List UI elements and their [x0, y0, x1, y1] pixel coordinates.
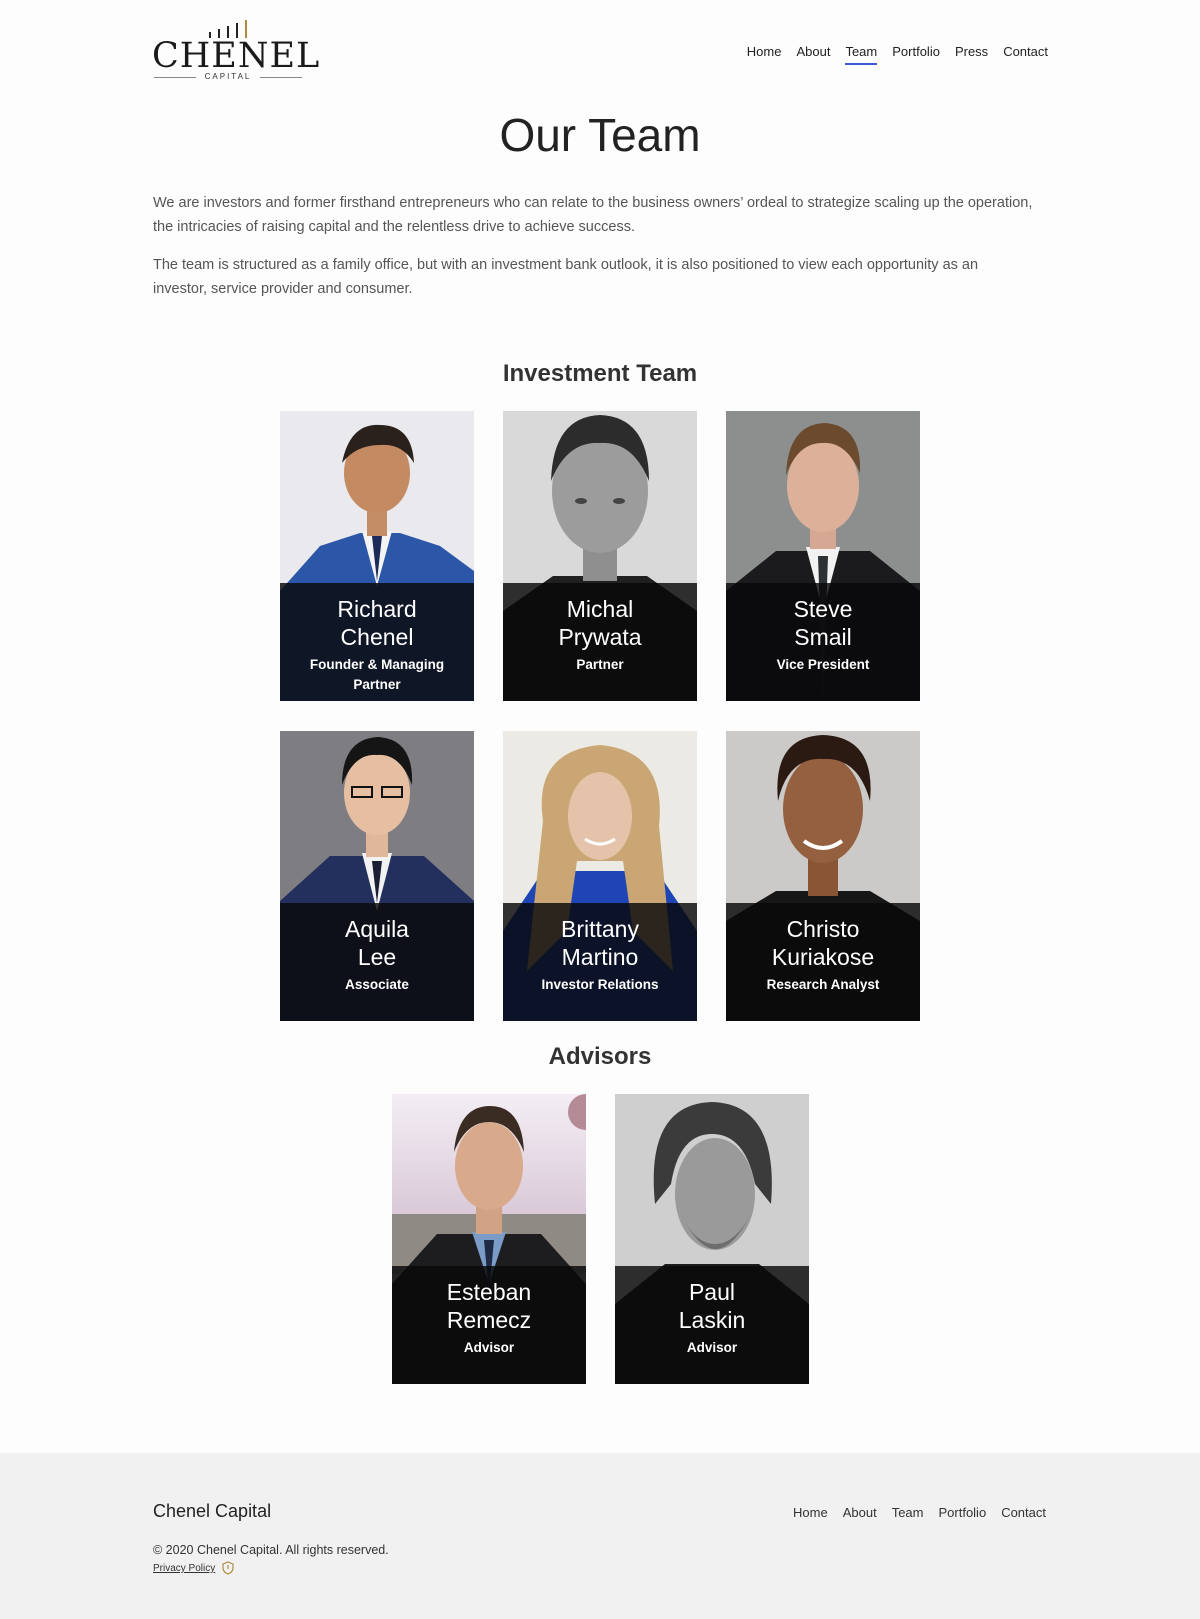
- privacy-policy-link[interactable]: Privacy Policy: [153, 1563, 215, 1574]
- member-name: Christo Kuriakose: [771, 916, 875, 970]
- nav-press[interactable]: Press: [955, 44, 988, 65]
- card-caption: Steve Smail Vice President: [726, 583, 920, 701]
- member-role: Associate: [345, 977, 409, 992]
- card-caption: Paul Laskin Advisor: [615, 1266, 809, 1384]
- site-footer: Chenel Capital Home About Team Portfolio…: [0, 1453, 1200, 1619]
- advisors-heading: Advisors: [548, 1043, 652, 1070]
- team-card[interactable]: Christo Kuriakose Research Analyst: [726, 731, 920, 1021]
- advisor-card[interactable]: Paul Laskin Advisor: [615, 1094, 809, 1384]
- team-card[interactable]: Aquila Lee Associate: [280, 731, 474, 1021]
- shield-icon[interactable]: [222, 1561, 234, 1575]
- member-role: Partner: [576, 657, 624, 672]
- team-card[interactable]: Steve Smail Vice President: [726, 411, 920, 701]
- intro-text: We are investors and former firsthand en…: [153, 191, 1033, 315]
- chenel-logo[interactable]: CHENEL CAPITAL: [152, 18, 321, 82]
- team-card[interactable]: Richard Chenel Founder & Managing Partner: [280, 411, 474, 701]
- nav-portfolio[interactable]: Portfolio: [892, 44, 940, 65]
- member-role: Founder & Managing Partner: [309, 657, 445, 692]
- member-role: Research Analyst: [766, 977, 880, 992]
- team-card[interactable]: Michal Prywata Partner: [503, 411, 697, 701]
- member-name: Richard Chenel: [337, 596, 417, 650]
- member-name: Paul Laskin: [678, 1279, 746, 1333]
- footer-nav-contact[interactable]: Contact: [1001, 1505, 1046, 1520]
- site-header: CHENEL CAPITAL Home About Team Portfolio…: [0, 0, 1200, 100]
- member-name: Aquila Lee: [345, 916, 409, 970]
- copyright-text: © 2020 Chenel Capital. All rights reserv…: [153, 1543, 389, 1557]
- member-name: Steve Smail: [793, 596, 853, 650]
- member-role: Advisor: [686, 1340, 738, 1355]
- nav-contact[interactable]: Contact: [1003, 44, 1048, 65]
- member-role: Advisor: [463, 1340, 515, 1355]
- card-caption: Christo Kuriakose Research Analyst: [726, 903, 920, 1021]
- card-caption: Brittany Martino Investor Relations: [503, 903, 697, 1021]
- investment-team-heading: Investment Team: [502, 360, 698, 387]
- main-nav: Home About Team Portfolio Press Contact: [747, 44, 1048, 65]
- logo-wordmark: CHENEL: [152, 36, 321, 76]
- team-card[interactable]: Brittany Martino Investor Relations: [503, 731, 697, 1021]
- member-name: Brittany Martino: [561, 916, 639, 970]
- card-caption: Michal Prywata Partner: [503, 583, 697, 701]
- advisor-card[interactable]: Esteban Remecz Advisor: [392, 1094, 586, 1384]
- intro-paragraph: The team is structured as a family offic…: [153, 257, 979, 297]
- footer-brand: Chenel Capital: [153, 1501, 272, 1521]
- nav-about[interactable]: About: [796, 44, 830, 65]
- member-role: Vice President: [776, 657, 870, 672]
- member-name: Esteban Remecz: [446, 1279, 532, 1333]
- nav-home[interactable]: Home: [747, 44, 782, 65]
- member-name: Michal Prywata: [558, 596, 642, 650]
- nav-team[interactable]: Team: [845, 44, 878, 65]
- footer-nav-home[interactable]: Home: [793, 1505, 828, 1520]
- page-title: Our Team: [499, 109, 701, 161]
- logo-divider: [260, 77, 302, 78]
- card-caption: Aquila Lee Associate: [280, 903, 474, 1021]
- footer-nav-about[interactable]: About: [843, 1505, 877, 1520]
- footer-nav: Home About Team Portfolio Contact: [793, 1505, 1046, 1520]
- footer-nav-team[interactable]: Team: [892, 1505, 924, 1520]
- member-role: Investor Relations: [541, 977, 659, 992]
- intro-paragraph: We are investors and former firsthand en…: [153, 195, 1033, 235]
- card-caption: Richard Chenel Founder & Managing Partner: [280, 583, 474, 701]
- card-caption: Esteban Remecz Advisor: [392, 1266, 586, 1384]
- footer-nav-portfolio[interactable]: Portfolio: [938, 1505, 986, 1520]
